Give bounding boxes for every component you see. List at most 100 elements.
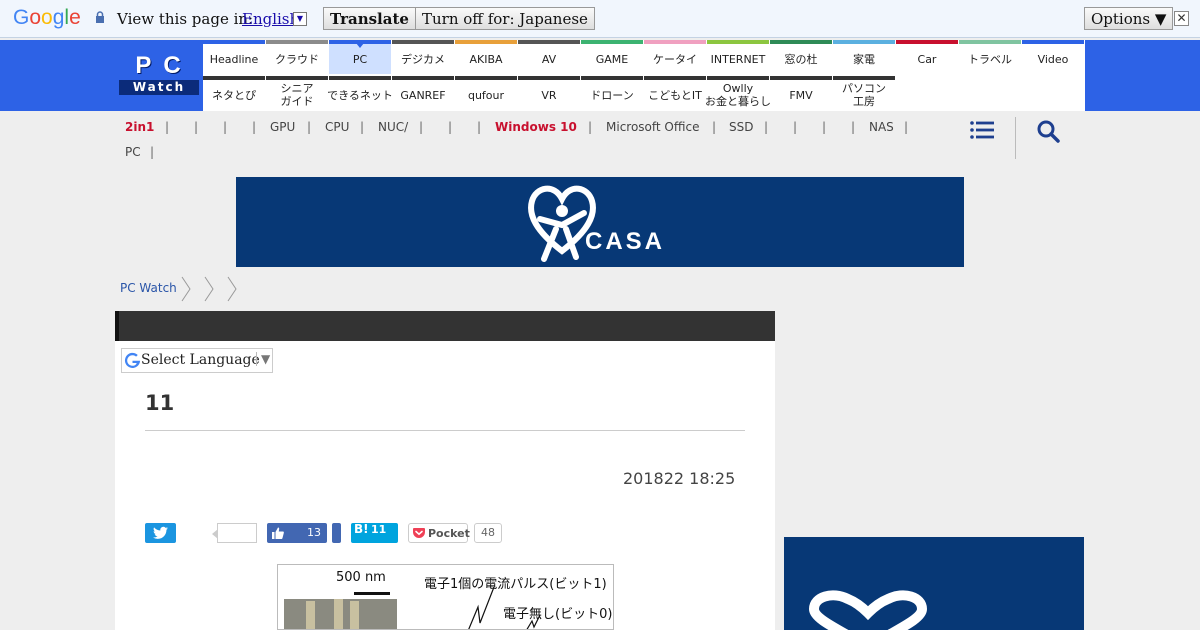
- main-navigation: Headline クラウド PC デジカメ AKIBA AV GAME ケータイ INTERNE…: [203, 40, 1085, 111]
- turn-off-button[interactable]: Turn off for: Japanese: [415, 7, 595, 30]
- keyword-link[interactable]: Windows 10: [495, 120, 577, 134]
- logo-pc-text: PC: [135, 52, 193, 79]
- breadcrumb-chevron-icon: [204, 276, 214, 302]
- breadcrumb-chevron-icon: [181, 276, 191, 302]
- nav-item-8[interactable]: INTERNET: [707, 40, 769, 74]
- search-icon[interactable]: [1036, 119, 1060, 143]
- chevron-down-icon: ▼: [256, 352, 270, 366]
- keyword-separator: |: [851, 120, 856, 134]
- site-logo[interactable]: PC Watch: [119, 52, 199, 95]
- facebook-like-count: 13: [307, 526, 321, 539]
- figure-micrograph: [284, 599, 397, 629]
- translate-button[interactable]: Translate: [323, 7, 416, 30]
- nav-sub-item-label: Owlly お金と暮らし: [705, 82, 771, 108]
- keyword-separator: |: [150, 145, 155, 159]
- keyword-link[interactable]: GPU: [270, 120, 295, 134]
- nav-item-1[interactable]: クラウド: [266, 40, 328, 74]
- figure-pulse-lines: [468, 587, 541, 629]
- options-button[interactable]: Options ▼: [1084, 7, 1174, 30]
- keyword-separator: |: [448, 120, 453, 134]
- pocket-icon: [413, 528, 425, 538]
- keyword-link[interactable]: PC: [125, 145, 141, 159]
- pocket-label: Pocket: [428, 527, 470, 540]
- twitter-share-button[interactable]: [145, 523, 176, 543]
- nav-item-4[interactable]: AKIBA: [455, 40, 517, 74]
- article-figure[interactable]: 500 nm 電子1個の電流パルス(ビット1) 電子無し(ビット0): [277, 564, 614, 630]
- figure-scale-bar: [354, 592, 390, 595]
- language-link[interactable]: English: [242, 10, 299, 28]
- nav-sub-item-0[interactable]: ネタとぴ: [203, 76, 265, 110]
- keyword-separator: |: [307, 120, 312, 134]
- keyword-link[interactable]: SSD: [729, 120, 753, 134]
- nav-sub-item-label: VR: [541, 88, 557, 102]
- breadcrumb-home[interactable]: PC Watch: [120, 281, 177, 295]
- pocket-count: 48: [474, 523, 502, 543]
- nav-sub-item-5[interactable]: VR: [518, 76, 580, 110]
- nav-sub-item-label: パソコン 工房: [842, 82, 886, 108]
- keyword-separator: |: [793, 120, 798, 134]
- nav-sub-item-7[interactable]: こどもとIT: [644, 76, 706, 110]
- nav-sub-item-label: ドローン: [590, 88, 634, 102]
- google-logo: Google: [13, 6, 81, 29]
- nav-sub-item-label: シニア ガイド: [280, 82, 314, 108]
- nav-sub-item-1[interactable]: シニア ガイド: [266, 76, 328, 110]
- nav-sub-item-4[interactable]: qufour: [455, 76, 517, 110]
- keyword-link[interactable]: CPU: [325, 120, 349, 134]
- nav-sub-item-9[interactable]: FMV: [770, 76, 832, 110]
- language-dropdown-icon[interactable]: ▼: [293, 12, 307, 26]
- pocket-button[interactable]: Pocket: [408, 523, 470, 543]
- keyword-separator: |: [360, 120, 365, 134]
- thumbs-up-icon: [272, 527, 284, 539]
- nav-item-9[interactable]: 窓の杜: [770, 40, 832, 74]
- title-divider: [145, 430, 745, 431]
- sidebar-ad-logo-icon: [808, 590, 928, 630]
- facebook-share-button[interactable]: [332, 523, 341, 543]
- keyword-link[interactable]: 2in1: [125, 120, 154, 134]
- nav-sub-item-8[interactable]: Owlly お金と暮らし: [705, 76, 771, 110]
- nav-item-0[interactable]: Headline: [203, 40, 265, 74]
- figure-scale-label: 500 nm: [336, 570, 386, 585]
- keyword-separator: |: [252, 120, 257, 134]
- keyword-separator: |: [194, 120, 199, 134]
- nav-item-6[interactable]: GAME: [581, 40, 643, 74]
- nav-item-13[interactable]: Video: [1022, 40, 1084, 74]
- nav-item-2[interactable]: PC: [329, 40, 391, 74]
- nav-item-7[interactable]: ケータイ: [644, 40, 706, 74]
- close-icon[interactable]: ✕: [1174, 11, 1189, 26]
- ad-banner-text: CASA: [585, 228, 666, 255]
- translate-bar: Google View this page in: English ▼ Tran…: [0, 0, 1200, 38]
- nav-item-11[interactable]: Car: [896, 40, 958, 74]
- header-divider: [1015, 117, 1016, 159]
- keyword-separator: |: [588, 120, 593, 134]
- keyword-separator: |: [904, 120, 909, 134]
- article-date: 201822 18:25: [623, 469, 736, 488]
- nav-sub-item-label: ネタとぴ: [212, 88, 256, 102]
- keyword-link[interactable]: Microsoft Office: [606, 120, 699, 134]
- menu-icon[interactable]: [970, 120, 994, 140]
- nav-sub-item-2[interactable]: できるネット: [327, 76, 393, 110]
- nav-item-5[interactable]: AV: [518, 40, 580, 74]
- facebook-like-button[interactable]: 13: [267, 523, 327, 543]
- keyword-separator: |: [419, 120, 424, 134]
- logo-watch-text: Watch: [119, 80, 199, 95]
- nav-sub-item-label: FMV: [789, 88, 813, 102]
- breadcrumb-chevron-icon: [227, 276, 237, 302]
- tweet-count: [212, 523, 257, 543]
- keyword-link[interactable]: NUC/: [378, 120, 408, 134]
- keyword-link[interactable]: NAS: [869, 120, 894, 134]
- google-g-icon: [124, 352, 141, 368]
- keyword-separator: |: [477, 120, 482, 134]
- sidebar-ad[interactable]: [784, 537, 1084, 630]
- nav-item-10[interactable]: 家電: [833, 40, 895, 74]
- select-language-dropdown[interactable]: Select Language ▼: [121, 348, 273, 373]
- nav-item-3[interactable]: デジカメ: [392, 40, 454, 74]
- nav-sub-item-3[interactable]: GANREF: [392, 76, 454, 110]
- nav-sub-item-6[interactable]: ドローン: [581, 76, 643, 110]
- nav-sub-item-label: qufour: [467, 88, 505, 102]
- hatena-bookmark-button[interactable]: B! 11: [351, 522, 398, 543]
- nav-sub-item-10[interactable]: パソコン 工房: [833, 76, 895, 110]
- nav-sub-item-label: GANREF: [400, 88, 446, 102]
- nav-sub-item-label: こどもとIT: [648, 88, 702, 102]
- keyword-separator: |: [822, 120, 827, 134]
- nav-item-12[interactable]: トラベル: [959, 40, 1021, 74]
